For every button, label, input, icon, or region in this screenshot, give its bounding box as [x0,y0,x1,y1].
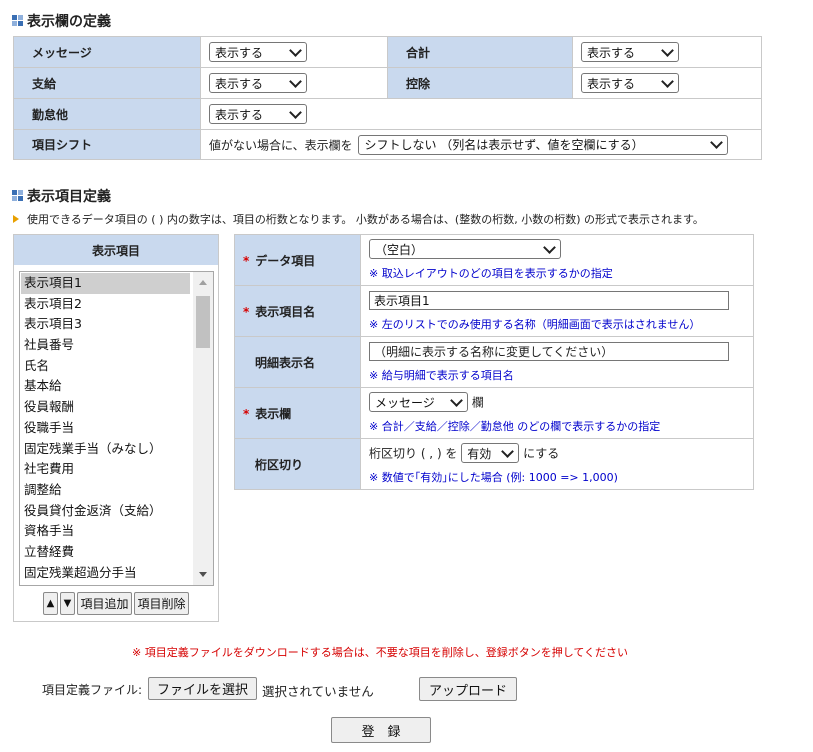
register-button[interactable]: 登 録 [331,717,431,743]
shift-select[interactable]: シフトしない （列名は表示せず、値を空欄にする） [358,134,729,155]
display-name-note: ※ 左のリストでのみ使用する名称（明細画面で表示はされません） [369,317,701,331]
list-header: 表示項目 [14,235,218,265]
separator-select[interactable]: 有効 [461,443,520,463]
pay-label: 支給 [13,67,201,99]
separator-note: ※ 数値で｢有効｣にした場合 (例: 1000 => 1,000) [369,471,618,484]
move-up-button[interactable]: ▲ [43,592,58,615]
list-item[interactable]: 社宅費用 [21,459,190,480]
chevron-down-icon [289,43,302,57]
list-items: 表示項目1 表示項目2 表示項目3 社員番号 氏名 基本給 役員報酬 役職手当 固定残業手当（み… [21,273,190,584]
attendance-label: 勤怠他 [13,98,201,130]
section2-title-text: 表示項目定義 [27,189,111,205]
detail-name-label: 明細表示名 [234,336,361,388]
section2-title: 表示項目定義 [12,186,111,206]
detail-name-input[interactable]: （明細に表示する名称に変更してください） [369,341,729,361]
chevron-down-icon [661,43,674,57]
section1-title: 表示欄の定義 [12,11,111,31]
list-item[interactable]: 役員貸付金返済（支給） [21,501,190,522]
chevron-down-icon [710,136,724,149]
display-column-table: メッセージ 表示する 合計 表示する 支給 表示する 控除 表示する 勤怠他 表… [13,36,762,160]
remove-item-button[interactable]: 項目削除 [134,592,189,615]
message-select[interactable]: 表示する [209,42,307,62]
message-label: メッセージ [13,36,201,68]
list-item[interactable]: 役員報酬 [21,397,190,418]
chevron-down-icon [501,444,515,458]
info-line: 使用できるデータ項目の ( ) 内の数字は、項目の桁数となります。 小数がある場… [13,211,704,227]
list-item[interactable]: 固定残業手当（みなし） [21,439,190,460]
list-item[interactable]: 役職手当 [21,418,190,439]
chevron-down-icon [289,105,302,119]
list-item[interactable]: 氏名 [21,356,190,377]
move-down-button[interactable]: ▼ [60,592,75,615]
download-warning: ※ 項目定義ファイルをダウンロードする場合は、不要な項目を削除し、登録ボタンを押… [132,646,629,659]
total-label: 合計 [387,36,573,68]
pay-select[interactable]: 表示する [209,73,307,93]
separator-prefix: 桁区切り ( , ) を [369,446,458,461]
display-item-listbox[interactable]: 表示項目1 表示項目2 表示項目3 社員番号 氏名 基本給 役員報酬 役職手当 固定残業手当（み… [19,271,214,586]
list-item[interactable]: 立替経費 [21,542,190,563]
list-button-row: ▲ ▼ 項目追加 項目削除 [43,592,189,615]
section-bullet-icon [12,15,24,27]
scroll-thumb[interactable] [196,296,210,348]
shift-label: 項目シフト [13,129,201,160]
list-item[interactable]: 固定残業超過分手当 [21,563,190,584]
attendance-select[interactable]: 表示する [209,104,307,124]
upload-button[interactable]: アップロード [419,677,517,701]
column-select[interactable]: メッセージ [369,392,468,412]
column-label: * 表示欄 [234,387,361,439]
item-definition-form: * データ項目 （空白） ※ 取込レイアウトのどの項目を表示するかの指定 * 表示項… [234,234,754,490]
total-select[interactable]: 表示する [581,42,679,62]
chevron-down-icon [661,74,674,88]
list-scrollbar[interactable] [193,272,213,585]
display-item-panel: 表示項目 表示項目1 表示項目2 表示項目3 社員番号 氏名 基本給 役員報酬 役職手当 固定残… [13,234,219,622]
scroll-up-icon[interactable] [199,280,207,285]
detail-name-note: ※ 給与明細で表示する項目名 [369,368,514,382]
list-item[interactable]: 社員番号 [21,335,190,356]
no-file-text: 選択されていません [262,684,374,699]
separator-label: 桁区切り [234,438,361,490]
separator-suffix: にする [523,446,560,461]
info-arrow-icon [13,215,19,223]
info-text: 使用できるデータ項目の ( ) 内の数字は、項目の桁数となります。 小数がある場… [27,213,704,226]
column-suffix: 欄 [471,395,484,410]
deduct-select[interactable]: 表示する [581,73,679,93]
chevron-down-icon [289,74,302,88]
display-name-input[interactable]: 表示項目1 [369,290,729,310]
choose-file-button[interactable]: ファイルを選択 [148,677,257,700]
shift-prefix: 値がない場合に、表示欄を [209,138,353,152]
data-item-note: ※ 取込レイアウトのどの項目を表示するかの指定 [369,267,613,280]
deduct-label: 控除 [387,67,573,99]
chevron-down-icon [543,240,556,254]
list-item[interactable]: 表示項目2 [21,294,190,315]
list-item[interactable]: 調整給 [21,480,190,501]
column-note: ※ 合計／支給／控除／勤怠他 のどの欄で表示するかの指定 [369,420,661,433]
chevron-down-icon [450,393,463,407]
display-name-label: * 表示項目名 [234,285,361,337]
section-bullet-icon [12,190,24,202]
scroll-down-icon[interactable] [199,572,207,577]
data-item-select[interactable]: （空白） [369,239,561,259]
data-item-label: * データ項目 [234,234,361,286]
list-item[interactable]: 表示項目3 [21,314,190,335]
list-item[interactable]: 基本給 [21,376,190,397]
list-item[interactable]: 資格手当 [21,521,190,542]
list-item[interactable]: 表示項目1 [21,273,190,294]
file-label: 項目定義ファイル: [42,683,143,697]
add-item-button[interactable]: 項目追加 [77,592,132,615]
section1-title-text: 表示欄の定義 [27,14,111,30]
